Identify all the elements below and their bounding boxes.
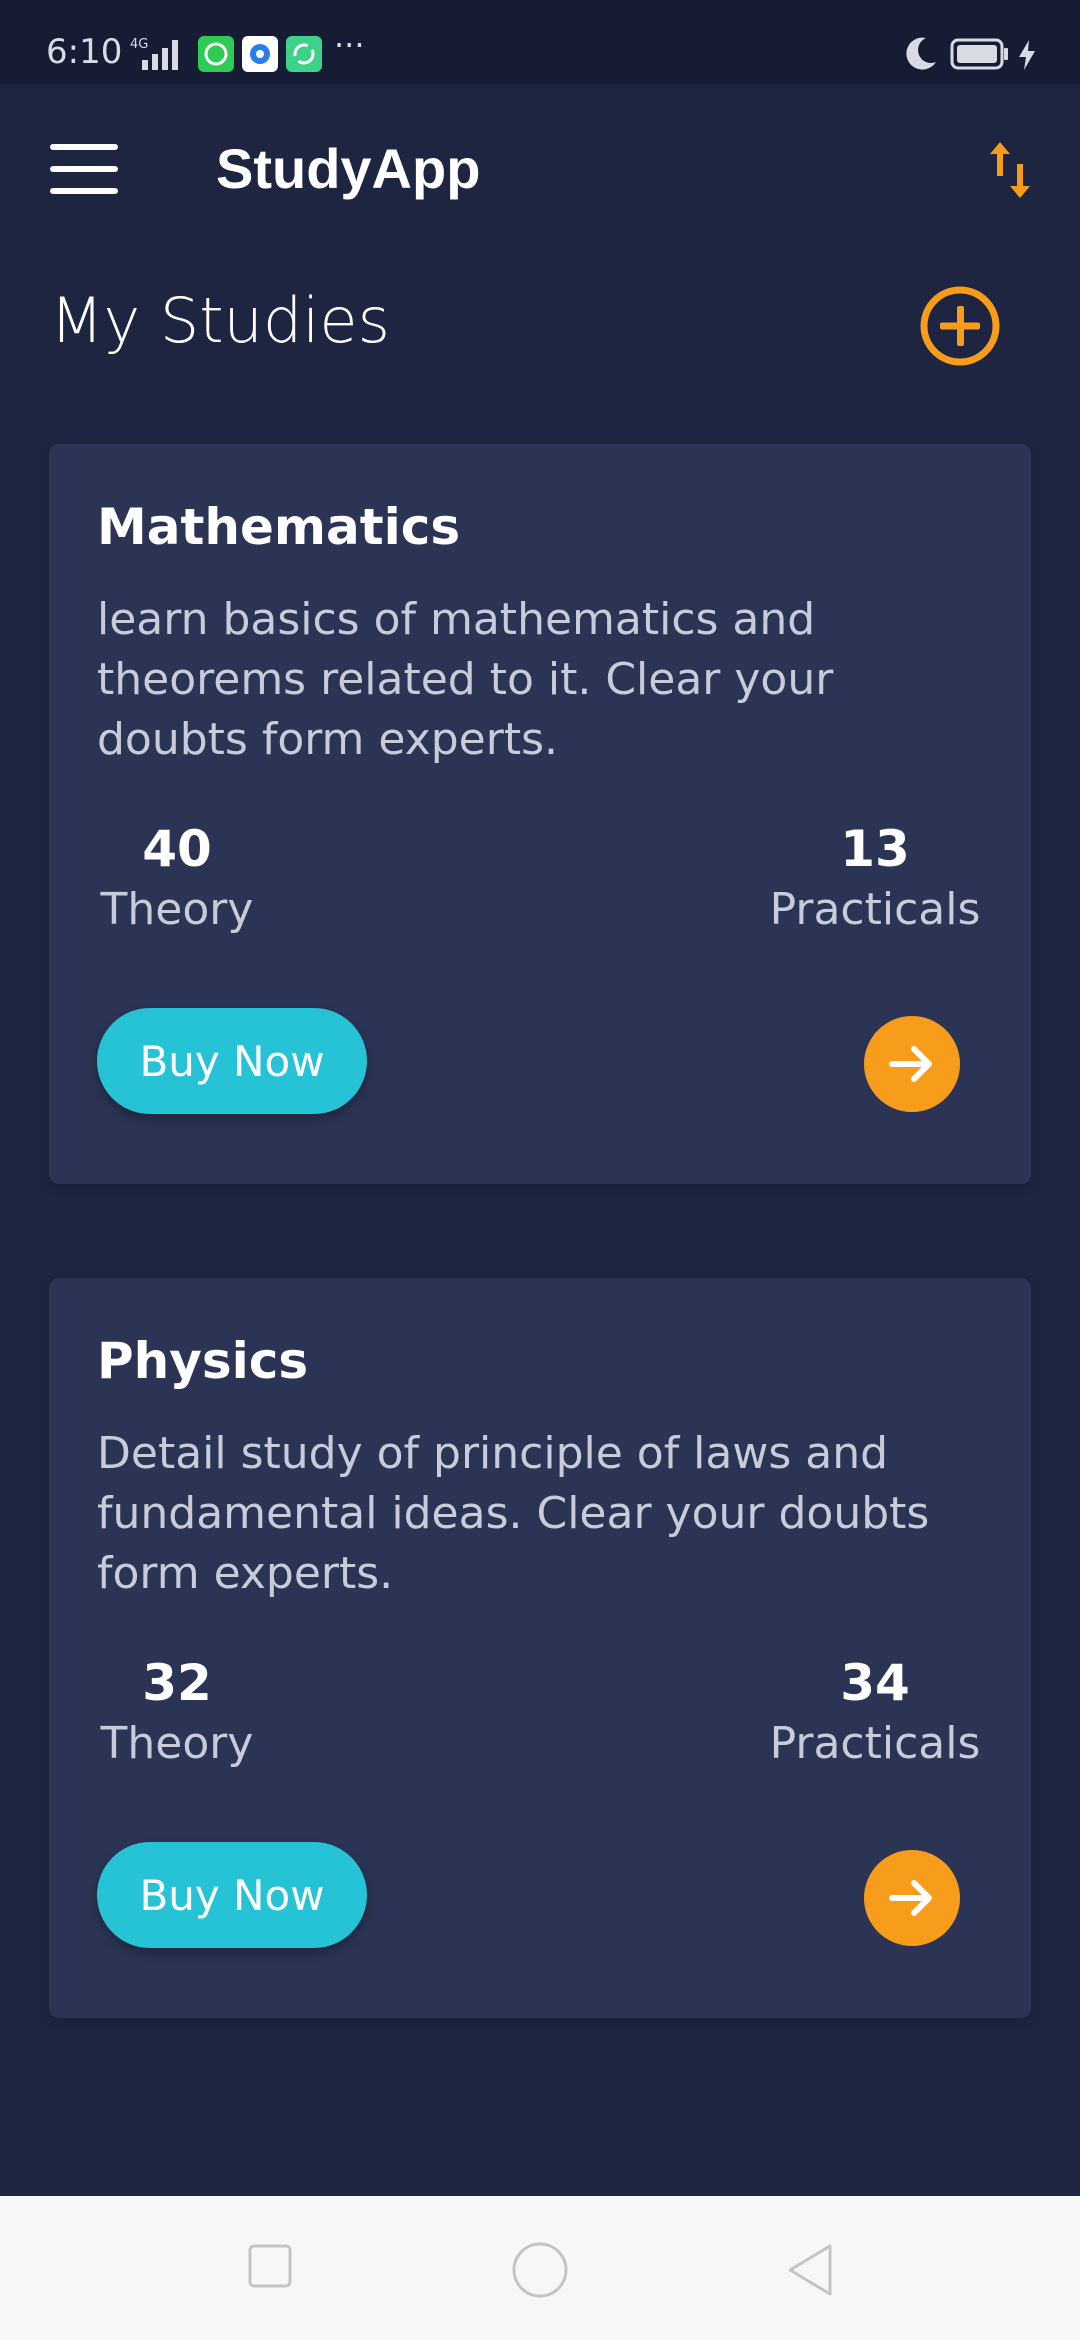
system-nav-bar [0, 2196, 1080, 2340]
arrow-right-icon [889, 1880, 932, 1916]
more-notifications-icon: ··· [334, 26, 365, 64]
practicals-label: Practicals [769, 1718, 981, 1769]
sort-icon[interactable] [986, 138, 1034, 202]
recents-square-icon[interactable] [246, 2242, 296, 2292]
theory-label: Theory [100, 884, 254, 935]
status-bar: 6:10 4G ··· [0, 0, 1080, 84]
section-title: My Studies [50, 284, 390, 357]
practicals-count: 34 [840, 1654, 910, 1712]
sync-icon [286, 36, 322, 72]
course-description: Detail study of principle of laws and fu… [97, 1428, 930, 1599]
app-title: StudyApp [216, 137, 481, 200]
moon-icon [906, 37, 936, 70]
open-course-button[interactable] [864, 1016, 960, 1112]
practicals-count: 13 [840, 820, 910, 878]
status-time: 6:10 [46, 32, 123, 72]
course-description: learn basics of mathematics and theorems… [97, 594, 834, 765]
menu-icon[interactable] [50, 144, 120, 198]
add-course-button[interactable] [918, 284, 1002, 368]
practicals-stat: 13 Practicals [767, 820, 983, 935]
charging-icon [1019, 40, 1035, 70]
add-circle-icon [920, 286, 1000, 366]
course-title: Mathematics [97, 498, 461, 556]
whatsapp-icon [198, 36, 234, 72]
svg-text:4G: 4G [130, 37, 148, 52]
back-triangle-icon[interactable] [782, 2240, 838, 2300]
theory-count: 40 [142, 820, 212, 878]
course-card-mathematics[interactable]: Mathematics learn basics of mathematics … [49, 444, 1031, 1184]
arrow-right-icon [889, 1046, 932, 1082]
practicals-label: Practicals [769, 884, 981, 935]
buy-now-button[interactable]: Buy Now [97, 1008, 367, 1114]
practicals-stat: 34 Practicals [767, 1654, 983, 1769]
course-card-physics[interactable]: Physics Detail study of principle of law… [49, 1278, 1031, 2018]
app-bar: StudyApp [0, 84, 1080, 254]
theory-label: Theory [100, 1718, 254, 1769]
signal-icon: 4G [130, 37, 178, 70]
buy-now-button[interactable]: Buy Now [97, 1842, 367, 1948]
home-circle-icon[interactable] [510, 2240, 570, 2300]
theory-count: 32 [142, 1654, 212, 1712]
battery-icon [950, 38, 1008, 70]
course-title: Physics [97, 1332, 309, 1390]
theory-stat: 32 Theory [97, 1654, 257, 1769]
open-course-button[interactable] [864, 1850, 960, 1946]
theory-stat: 40 Theory [97, 820, 257, 935]
notification-icon [242, 36, 278, 72]
